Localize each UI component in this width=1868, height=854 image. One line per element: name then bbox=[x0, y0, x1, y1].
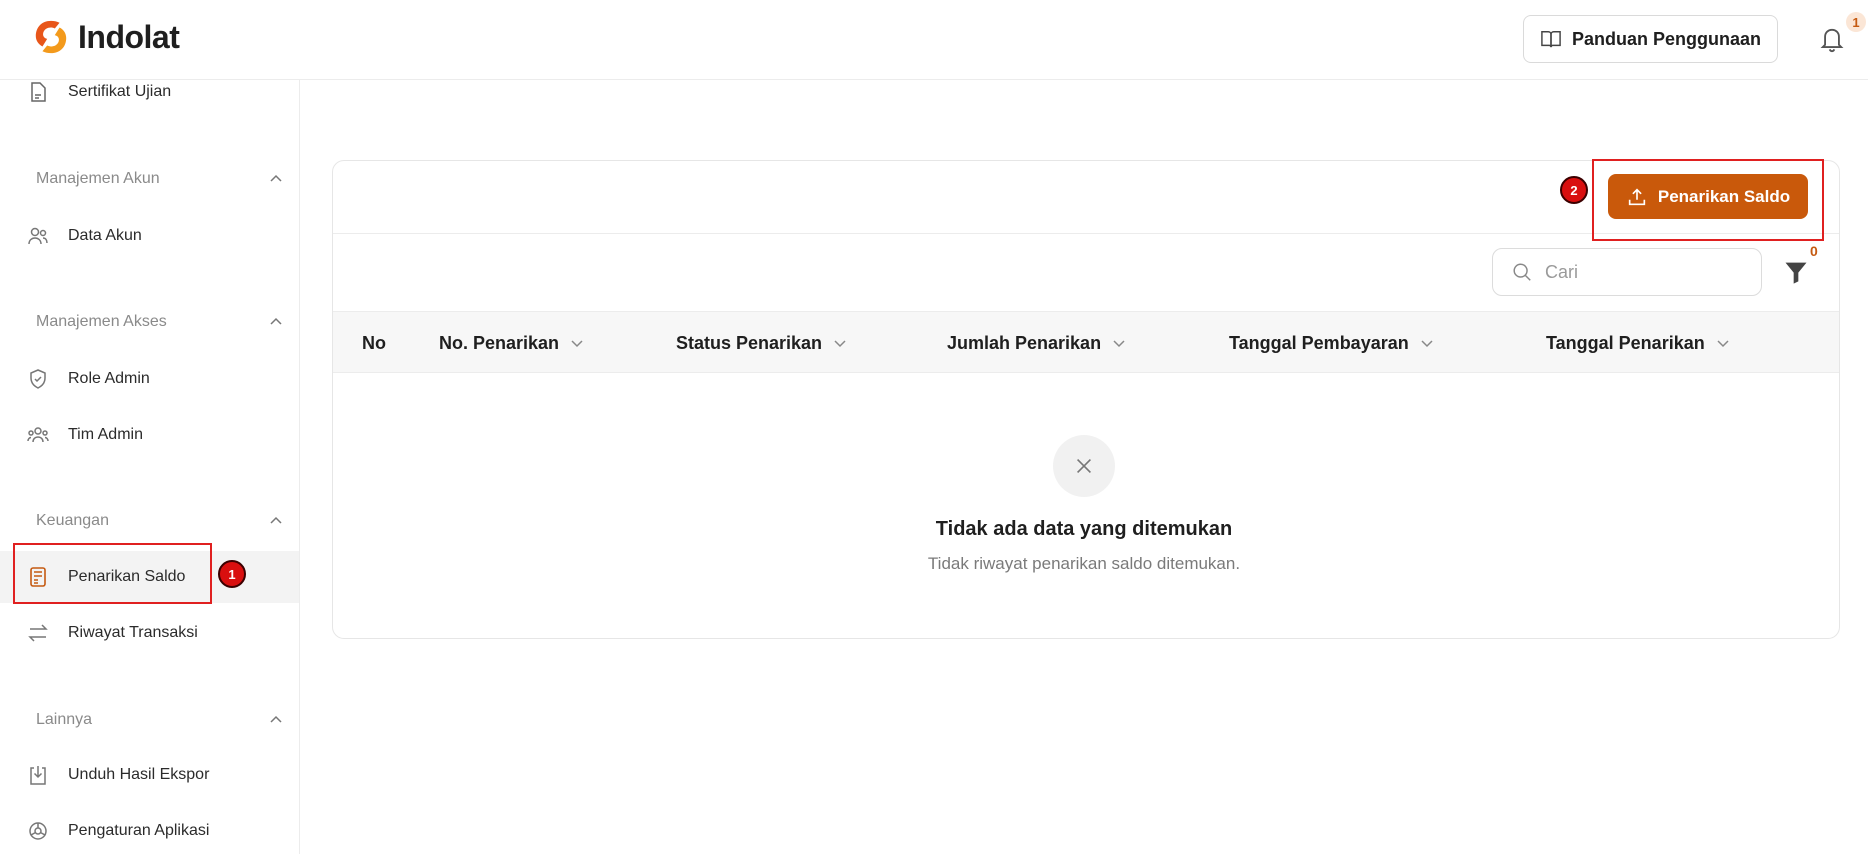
sidebar-item-label: Riwayat Transaksi bbox=[68, 624, 198, 641]
notification-badge: 1 bbox=[1846, 12, 1866, 32]
book-icon bbox=[1541, 31, 1561, 48]
chevron-down-icon bbox=[834, 340, 846, 348]
column-header-label: No. Penarikan bbox=[439, 332, 560, 353]
settings-icon bbox=[29, 822, 47, 840]
sidebar-item-sertifikat-ujian[interactable]: Sertifikat Ujian bbox=[0, 66, 299, 118]
sidebar-item-label: Sertifikat Ujian bbox=[68, 83, 172, 100]
sidebar-item-tim-admin[interactable]: Tim Admin bbox=[0, 409, 299, 461]
sidebar-item-label: Tim Admin bbox=[68, 426, 143, 443]
column-header-status-penarikan[interactable]: Status Penarikan bbox=[676, 312, 848, 374]
close-icon bbox=[1076, 458, 1092, 474]
search-icon bbox=[1513, 263, 1531, 281]
search-input[interactable] bbox=[1545, 261, 1745, 283]
sidebar-item-label: Data Akun bbox=[68, 227, 142, 244]
chevron-up-icon[interactable] bbox=[268, 712, 284, 728]
search-box[interactable] bbox=[1492, 248, 1762, 296]
filter-count-badge: 0 bbox=[1810, 243, 1818, 259]
sidebar-item-data-akun[interactable]: Data Akun bbox=[0, 210, 299, 262]
column-header-tanggal-pembayaran[interactable]: Tanggal Pembayaran bbox=[1229, 312, 1435, 374]
sidebar-item-unduh-hasil-ekspor[interactable]: Unduh Hasil Ekspor bbox=[0, 749, 299, 801]
table-header: No No. Penarikan Status Penarikan Jumlah… bbox=[333, 311, 1839, 373]
annotation-number-1: 1 bbox=[218, 560, 246, 588]
bell-icon[interactable] bbox=[1818, 24, 1846, 54]
column-header-label: Tanggal Penarikan bbox=[1546, 332, 1705, 353]
section-title-manajemen-akun: Manajemen Akun bbox=[36, 170, 160, 187]
column-header-label: Jumlah Penarikan bbox=[947, 332, 1102, 353]
chevron-up-icon[interactable] bbox=[268, 513, 284, 529]
sidebar-item-riwayat-transaksi[interactable]: Riwayat Transaksi bbox=[0, 607, 299, 659]
sidebar-item-label: Role Admin bbox=[68, 370, 150, 387]
download-icon bbox=[30, 766, 46, 785]
column-header-label: Tanggal Pembayaran bbox=[1229, 332, 1409, 353]
logo-mark-icon bbox=[35, 20, 67, 54]
section-title-manajemen-akses: Manajemen Akses bbox=[36, 313, 167, 330]
column-header-no-penarikan[interactable]: No. Penarikan bbox=[439, 312, 585, 374]
column-header-jumlah-penarikan[interactable]: Jumlah Penarikan bbox=[947, 312, 1127, 374]
column-header-label: No bbox=[362, 332, 386, 353]
column-header-tanggal-penarikan[interactable]: Tanggal Penarikan bbox=[1546, 312, 1731, 374]
logo[interactable]: Indolat bbox=[32, 18, 180, 56]
shield-check-icon bbox=[30, 369, 46, 389]
annotation-highlight-2 bbox=[1592, 159, 1824, 241]
team-icon bbox=[27, 427, 49, 443]
sidebar-item-label: Pengaturan Aplikasi bbox=[68, 822, 210, 839]
annotation-highlight-1 bbox=[13, 543, 212, 604]
transfer-arrows-icon bbox=[28, 624, 48, 642]
empty-state-title: Tidak ada data yang ditemukan bbox=[935, 518, 1233, 540]
chevron-down-icon bbox=[1113, 340, 1125, 348]
filter-icon[interactable] bbox=[1782, 258, 1810, 286]
user-guide-button[interactable]: Panduan Penggunaan bbox=[1523, 15, 1778, 63]
page: Indolat Panduan Penggunaan 1 Sertifikat … bbox=[0, 0, 1868, 854]
chevron-down-icon bbox=[1717, 340, 1729, 348]
sidebar-item-pengaturan-aplikasi[interactable]: Pengaturan Aplikasi bbox=[0, 805, 299, 854]
chevron-down-icon bbox=[571, 340, 583, 348]
sidebar-item-role-admin[interactable]: Role Admin bbox=[0, 353, 299, 405]
annotation-number-2: 2 bbox=[1560, 176, 1588, 204]
chevron-up-icon[interactable] bbox=[268, 171, 284, 187]
section-title-lainnya: Lainnya bbox=[36, 711, 93, 728]
sidebar bbox=[0, 80, 300, 854]
column-header-no: No bbox=[362, 312, 386, 374]
logo-text: Indolat bbox=[78, 18, 180, 55]
column-header-label: Status Penarikan bbox=[676, 332, 823, 353]
chevron-down-icon bbox=[1421, 340, 1433, 348]
document-icon bbox=[31, 82, 46, 102]
users-icon bbox=[28, 227, 48, 245]
empty-state-icon bbox=[1053, 435, 1115, 497]
user-guide-label: Panduan Penggunaan bbox=[1571, 28, 1762, 49]
chevron-up-icon[interactable] bbox=[268, 314, 284, 330]
section-title-keuangan: Keuangan bbox=[36, 512, 109, 529]
sidebar-item-label: Unduh Hasil Ekspor bbox=[68, 766, 210, 783]
empty-state-subtitle: Tidak riwayat penarikan saldo ditemukan. bbox=[927, 554, 1241, 573]
